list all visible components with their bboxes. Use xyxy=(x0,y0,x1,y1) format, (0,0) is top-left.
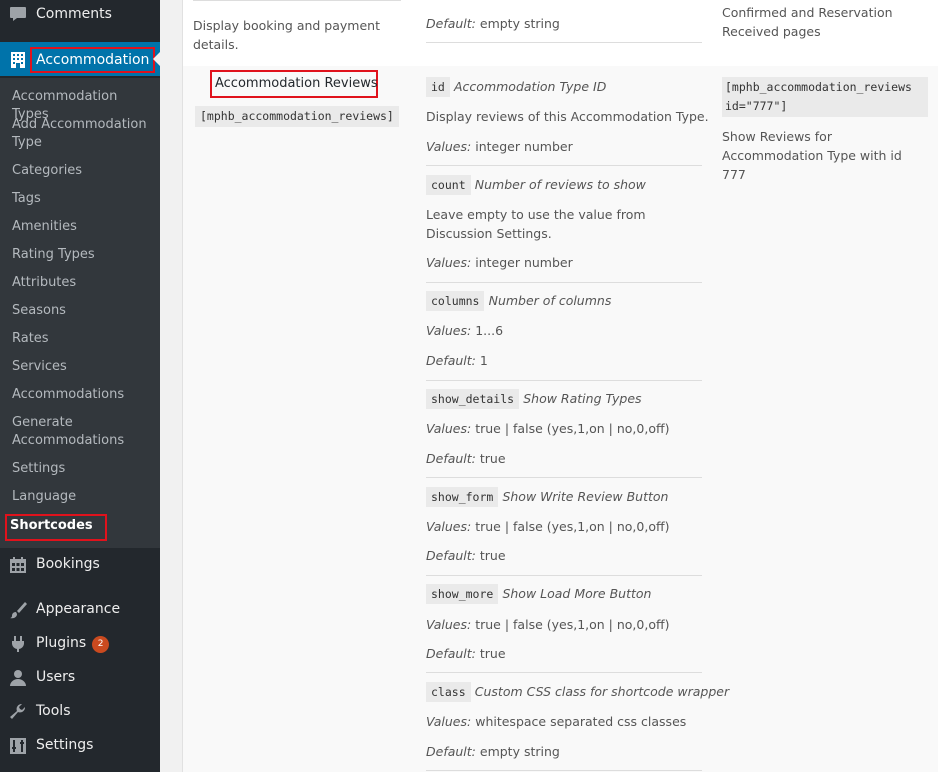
param-description: Leave empty to use the value from Discus… xyxy=(426,207,646,241)
previous-description: Display booking and payment details. xyxy=(193,18,380,52)
divider xyxy=(426,282,702,283)
param-show-more: show_more Show Load More Button xyxy=(426,584,652,604)
param-title: Number of reviews to show xyxy=(474,177,646,192)
admin-sidebar: Comments Accommodation Accommodation Typ… xyxy=(0,0,160,772)
submenu-item-rating-types[interactable]: Rating Types xyxy=(12,246,152,264)
wrench-icon xyxy=(9,703,27,719)
submenu-item-shortcodes[interactable]: Shortcodes xyxy=(5,514,152,541)
menu-label-tools: Tools xyxy=(36,703,71,719)
plugins-update-badge: 2 xyxy=(92,636,110,653)
submenu-item-tags[interactable]: Tags xyxy=(12,190,152,208)
param-values: Values: integer number xyxy=(426,139,573,154)
previous-code-box xyxy=(193,0,401,1)
building-icon xyxy=(9,51,27,68)
menu-label-accommodation: Accommodation xyxy=(30,47,156,73)
table-row-previous: Display booking and payment details. Def… xyxy=(183,0,938,66)
submenu-item-settings[interactable]: Settings xyxy=(12,460,152,478)
shortcodes-table: Display booking and payment details. Def… xyxy=(182,0,938,772)
param-title: Show Load More Button xyxy=(502,586,652,601)
menu-item-tools[interactable]: Tools xyxy=(0,694,160,728)
divider xyxy=(426,770,702,771)
plugin-icon xyxy=(9,635,27,652)
paintbrush-icon xyxy=(9,601,27,619)
submenu-label-shortcodes: Shortcodes xyxy=(5,514,107,541)
comment-icon xyxy=(9,6,27,22)
submenu-item-amenities[interactable]: Amenities xyxy=(12,218,152,236)
menu-label-settings: Settings xyxy=(36,737,94,753)
user-icon xyxy=(9,669,27,686)
param-code: class xyxy=(426,682,471,702)
menu-label-bookings: Bookings xyxy=(36,556,100,572)
example-description: Show Reviews for Accommodation Type with… xyxy=(722,129,902,182)
divider xyxy=(426,477,702,478)
param-code: id xyxy=(426,77,450,97)
menu-label-users: Users xyxy=(36,669,76,685)
submenu-item-add-accommodation-type[interactable]: Add Accommodation Type xyxy=(12,116,152,152)
divider xyxy=(426,672,702,673)
menu-label-plugins: Plugins xyxy=(36,635,87,651)
param-values: Values: true | false (yes,1,on | no,0,of… xyxy=(426,519,670,534)
param-default: Default: true xyxy=(426,646,506,661)
settings-icon xyxy=(9,737,27,754)
param-code: show_more xyxy=(426,584,499,604)
menu-item-comments[interactable]: Comments xyxy=(0,0,160,31)
submenu-item-seasons[interactable]: Seasons xyxy=(12,302,152,320)
menu-item-accommodation[interactable]: Accommodation xyxy=(0,42,160,76)
param-id: id Accommodation Type ID xyxy=(426,77,607,97)
submenu-item-categories[interactable]: Categories xyxy=(12,162,152,180)
submenu-item-attributes[interactable]: Attributes xyxy=(12,274,152,292)
param-default: Default: 1 xyxy=(426,353,488,368)
param-values: Values: true | false (yes,1,on | no,0,of… xyxy=(426,421,670,436)
param-code: show_form xyxy=(426,487,499,507)
submenu-item-generate-accommodations[interactable]: Generate Accommodations xyxy=(12,414,152,450)
menu-item-appearance[interactable]: Appearance xyxy=(0,592,160,626)
param-title: Accommodation Type ID xyxy=(454,79,607,94)
param-class: class Custom CSS class for shortcode wra… xyxy=(426,682,730,702)
divider xyxy=(426,575,702,576)
param-count: count Number of reviews to show xyxy=(426,175,646,195)
param-default: Default: true xyxy=(426,451,506,466)
divider xyxy=(426,165,702,166)
divider xyxy=(426,42,702,43)
param-code: count xyxy=(426,175,471,195)
param-show-form: show_form Show Write Review Button xyxy=(426,487,669,507)
param-title: Custom CSS class for shortcode wrapper xyxy=(474,684,730,699)
previous-example-text: Confirmed and Reservation Received pages xyxy=(722,5,893,39)
divider xyxy=(426,380,702,381)
menu-item-plugins[interactable]: Plugins 2 xyxy=(0,626,160,660)
param-description: Display reviews of this Accommodation Ty… xyxy=(426,109,709,124)
param-title: Number of columns xyxy=(488,293,612,308)
param-code: columns xyxy=(426,291,485,311)
param-columns: columns Number of columns xyxy=(426,291,612,311)
submenu-item-language[interactable]: Language xyxy=(12,488,152,506)
param-values: Values: whitespace separated css classes xyxy=(426,714,687,729)
calendar-icon xyxy=(9,556,27,573)
submenu-item-rates[interactable]: Rates xyxy=(12,330,152,348)
menu-label-comments: Comments xyxy=(36,6,112,22)
param-values: Values: 1...6 xyxy=(426,323,504,338)
shortcode-tag[interactable]: [mphb_accommodation_reviews] xyxy=(195,106,399,127)
param-title: Show Write Review Button xyxy=(502,489,669,504)
shortcode-name: Accommodation Reviews xyxy=(215,76,378,91)
param-default: Default: empty string xyxy=(426,744,560,759)
param-title: Show Rating Types xyxy=(523,391,642,406)
menu-item-bookings[interactable]: Bookings xyxy=(0,547,160,581)
param-default: Default: true xyxy=(426,548,506,563)
param-values: Values: true | false (yes,1,on | no,0,of… xyxy=(426,617,670,632)
menu-item-users[interactable]: Users xyxy=(0,660,160,694)
example-code[interactable]: [mphb_accommodation_reviews id="777"] xyxy=(722,77,928,117)
param-show-details: show_details Show Rating Types xyxy=(426,389,642,409)
menu-item-settings[interactable]: Settings xyxy=(0,728,160,762)
submenu-item-services[interactable]: Services xyxy=(12,358,152,376)
previous-default: Default: empty string xyxy=(426,14,560,33)
accommodation-submenu: Accommodation Types Add Accommodation Ty… xyxy=(0,78,160,548)
menu-label-appearance: Appearance xyxy=(36,601,121,617)
param-code: show_details xyxy=(426,389,520,409)
param-values: Values: integer number xyxy=(426,255,573,270)
main-content: Display booking and payment details. Def… xyxy=(160,0,938,772)
previous-default-value: empty string xyxy=(479,16,560,31)
submenu-item-accommodations[interactable]: Accommodations xyxy=(12,386,152,404)
previous-default-label: Default: xyxy=(426,16,476,31)
